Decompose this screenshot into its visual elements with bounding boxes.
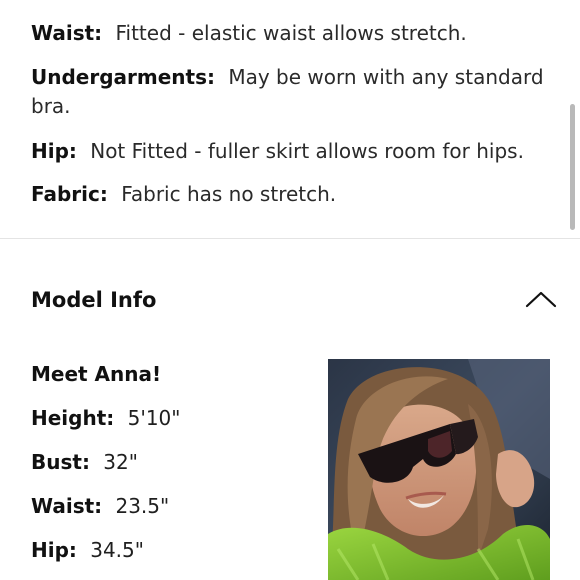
fit-detail-hip: Hip: Not Fitted - fuller skirt allows ro… bbox=[31, 136, 524, 166]
stat-value: 32" bbox=[103, 450, 138, 474]
stat-label: Bust: bbox=[31, 450, 97, 474]
fit-label: Fabric: bbox=[31, 182, 115, 206]
fit-label: Waist: bbox=[31, 21, 110, 45]
chevron-up-icon[interactable] bbox=[520, 284, 562, 314]
model-stat-hip: Hip: 34.5" bbox=[31, 535, 144, 565]
stat-label: Waist: bbox=[31, 494, 110, 518]
model-stat-bust: Bust: 32" bbox=[31, 447, 138, 477]
model-stat-waist: Waist: 23.5" bbox=[31, 491, 169, 521]
fit-detail-undergarments-cont: bra. bbox=[31, 91, 71, 121]
fit-value: Fitted - elastic waist allows stretch. bbox=[115, 21, 467, 45]
fit-detail-fabric: Fabric: Fabric has no stretch. bbox=[31, 179, 336, 209]
stat-label: Height: bbox=[31, 406, 122, 430]
model-intro: Meet Anna! bbox=[31, 359, 161, 389]
stat-value: 23.5" bbox=[115, 494, 170, 518]
model-intro-text: Meet Anna! bbox=[31, 362, 162, 386]
fit-value: Fabric has no stretch. bbox=[121, 182, 337, 206]
fit-label: Hip: bbox=[31, 139, 84, 163]
fit-value: May be worn with any standard bbox=[228, 65, 544, 89]
section-divider bbox=[0, 238, 580, 239]
fit-detail-undergarments: Undergarments: May be worn with any stan… bbox=[31, 62, 544, 92]
fit-value: Not Fitted - fuller skirt allows room fo… bbox=[90, 139, 524, 163]
fit-value: bra. bbox=[31, 94, 71, 118]
model-stat-height: Height: 5'10" bbox=[31, 403, 180, 433]
model-info-title[interactable]: Model Info bbox=[31, 284, 156, 316]
fit-detail-waist: Waist: Fitted - elastic waist allows str… bbox=[31, 18, 467, 48]
stat-value: 5'10" bbox=[127, 406, 181, 430]
model-photo bbox=[328, 359, 550, 580]
stat-value: 34.5" bbox=[90, 538, 144, 562]
stat-label: Hip: bbox=[31, 538, 84, 562]
fit-label: Undergarments: bbox=[31, 65, 222, 89]
scrollbar[interactable] bbox=[570, 104, 575, 230]
